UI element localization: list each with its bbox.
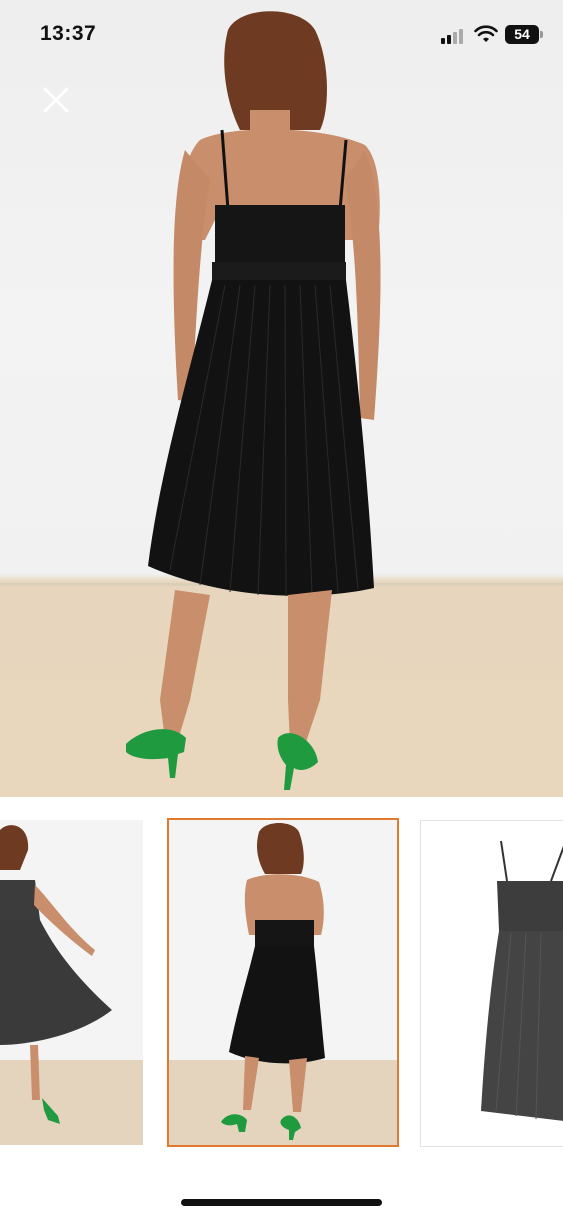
battery-tip [540, 31, 543, 38]
status-time: 13:37 [40, 22, 97, 45]
thumbnail-1[interactable] [0, 820, 143, 1145]
close-icon[interactable] [40, 84, 72, 116]
thumbnail-1-image [0, 825, 112, 1124]
thumbnail-2-selected[interactable] [167, 818, 399, 1147]
thumbnail-3[interactable] [420, 820, 563, 1147]
thumbnail-3-image [481, 840, 563, 1121]
status-bar: 13:37 54 [0, 0, 563, 70]
model-back-view [126, 11, 381, 790]
wifi-icon [474, 25, 498, 42]
home-indicator[interactable] [181, 1199, 382, 1206]
battery-icon: 54 [505, 25, 539, 44]
cellular-signal-icon [441, 28, 467, 44]
product-main-image[interactable] [0, 0, 563, 797]
thumbnail-2-image [221, 823, 325, 1140]
